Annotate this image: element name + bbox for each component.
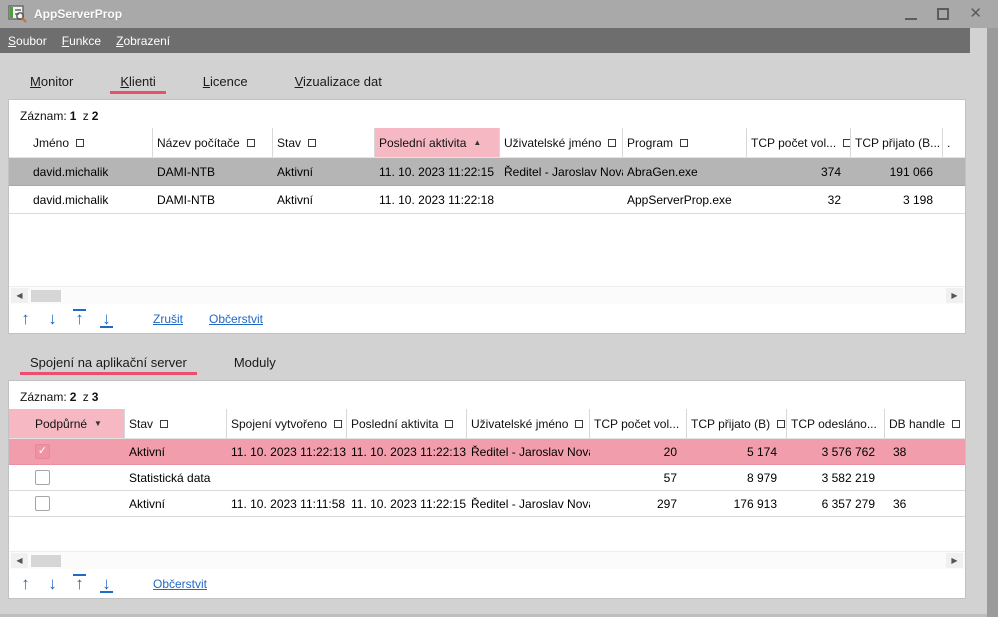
connections-toolbar: ↑ ↓ ↑ ↓ Občerstvit: [9, 569, 965, 598]
main-tab-bar: Monitor Klienti Licence Vizualizace dat: [0, 53, 998, 99]
clients-horizontal-scrollbar[interactable]: ◀ ▶: [9, 286, 965, 304]
column-header-tcp-pocet[interactable]: TCP počet vol...: [590, 409, 687, 438]
close-icon[interactable]: ✕: [969, 7, 982, 21]
sort-asc-icon: ▲: [473, 139, 481, 147]
support-checkbox[interactable]: ✓: [35, 444, 50, 459]
minimize-icon[interactable]: [905, 9, 917, 20]
cancel-link[interactable]: Zrušit: [153, 312, 183, 326]
column-header-uzivatelske-jmeno[interactable]: Uživatelské jméno: [467, 409, 590, 438]
app-window: AppServerProp ✕ Soubor Funkce Zobrazení …: [0, 0, 998, 617]
sub-tab-bar: Spojení na aplikační server Moduly: [0, 334, 998, 380]
refresh-link[interactable]: Občerstvit: [209, 312, 263, 326]
table-row[interactable]: ✓ Aktivní 11. 10. 2023 11:22:13 11. 10. …: [9, 439, 965, 465]
menu-funkce[interactable]: Funkce: [62, 34, 101, 48]
connections-horizontal-scrollbar[interactable]: ◀ ▶: [9, 551, 965, 569]
column-header-jmeno[interactable]: Jméno: [9, 128, 153, 157]
table-row[interactable]: david.michalik DAMI-NTB Aktivní 11. 10. …: [9, 158, 965, 186]
column-filter-icon: [952, 420, 960, 428]
column-filter-icon: [76, 139, 84, 147]
record-counter: Záznam:2 z3: [9, 381, 965, 409]
connections-panel: Záznam:2 z3 Podpůrné▼ Stav Spojení vytvo…: [8, 380, 966, 599]
title-bar: AppServerProp ✕: [0, 0, 998, 28]
sort-desc-icon: ▼: [94, 420, 102, 428]
column-header-tcp-prijato[interactable]: TCP přijato (B...: [851, 128, 943, 157]
move-to-top-icon[interactable]: ↑: [69, 309, 90, 329]
column-header-posledni-aktivita[interactable]: Poslední aktivita: [347, 409, 467, 438]
scrollbar-thumb[interactable]: [31, 290, 61, 302]
tab-klienti[interactable]: Klienti: [110, 74, 165, 99]
column-header-uzivatelske-jmeno[interactable]: Uživatelské jméno: [500, 128, 623, 157]
column-filter-icon: [308, 139, 316, 147]
column-header-nazev-pocitace[interactable]: Název počítače: [153, 128, 273, 157]
column-header-tcp-prijato[interactable]: TCP přijato (B): [687, 409, 787, 438]
maximize-icon[interactable]: [937, 8, 949, 20]
clients-table-header: Jméno Název počítače Stav Poslední aktiv…: [9, 128, 965, 158]
column-header-spojeni-vytvoreno[interactable]: Spojení vytvořeno: [227, 409, 347, 438]
scroll-left-icon[interactable]: ◀: [11, 553, 28, 568]
column-filter-icon: [843, 139, 851, 147]
column-header-stav[interactable]: Stav: [273, 128, 375, 157]
column-filter-icon: [334, 420, 342, 428]
column-filter-icon: [777, 420, 785, 428]
column-header-posledni-aktivita[interactable]: Poslední aktivita▲: [375, 128, 500, 157]
tab-spojeni-na-aplikacni-server[interactable]: Spojení na aplikační server: [20, 355, 197, 380]
column-filter-icon: [575, 420, 583, 428]
move-up-icon[interactable]: ↑: [15, 309, 36, 329]
clients-panel: Záznam:1 z2 Jméno Název počítače Stav Po…: [8, 99, 966, 334]
move-up-icon[interactable]: ↑: [15, 574, 36, 594]
column-filter-icon: [608, 139, 616, 147]
column-filter-icon: [160, 420, 168, 428]
check-icon: ✓: [38, 446, 47, 457]
column-header-tcp-pocet[interactable]: TCP počet vol...: [747, 128, 851, 157]
column-header-db-handle[interactable]: DB handle: [885, 409, 965, 438]
move-to-bottom-icon[interactable]: ↓: [96, 574, 117, 594]
menu-zobrazeni[interactable]: Zobrazení: [116, 34, 170, 48]
support-checkbox[interactable]: ✓: [35, 470, 50, 485]
scrollbar-thumb[interactable]: [31, 555, 61, 567]
table-row[interactable]: ✓ Statistická data 57 8 979 3 582 219: [9, 465, 965, 491]
scroll-right-icon[interactable]: ▶: [946, 553, 963, 568]
menu-bar: Soubor Funkce Zobrazení: [0, 28, 970, 53]
app-icon: [8, 5, 27, 23]
clients-toolbar: ↑ ↓ ↑ ↓ Zrušit Občerstvit: [9, 304, 965, 333]
window-controls: ✕: [905, 7, 988, 21]
tab-monitor[interactable]: Monitor: [20, 74, 83, 99]
column-header-more[interactable]: .: [943, 128, 965, 157]
menu-soubor[interactable]: Soubor: [8, 34, 47, 48]
table-empty-area: [9, 517, 965, 551]
column-header-stav[interactable]: Stav: [125, 409, 227, 438]
move-to-top-icon[interactable]: ↑: [69, 574, 90, 594]
column-filter-icon: [247, 139, 255, 147]
column-filter-icon: [680, 139, 688, 147]
table-row[interactable]: david.michalik DAMI-NTB Aktivní 11. 10. …: [9, 186, 965, 214]
column-filter-icon: [445, 420, 453, 428]
scroll-left-icon[interactable]: ◀: [11, 288, 28, 303]
connections-table-header: Podpůrné▼ Stav Spojení vytvořeno Posledn…: [9, 409, 965, 439]
window-title: AppServerProp: [34, 7, 122, 21]
support-checkbox[interactable]: ✓: [35, 496, 50, 511]
window-right-edge: [987, 28, 998, 617]
move-to-bottom-icon[interactable]: ↓: [96, 309, 117, 329]
column-header-podpurne[interactable]: Podpůrné▼: [9, 409, 125, 438]
tab-vizualizace-dat[interactable]: Vizualizace dat: [285, 74, 392, 99]
scroll-right-icon[interactable]: ▶: [946, 288, 963, 303]
move-down-icon[interactable]: ↓: [42, 574, 63, 594]
tab-moduly[interactable]: Moduly: [224, 355, 286, 380]
tab-licence[interactable]: Licence: [193, 74, 258, 99]
refresh-link[interactable]: Občerstvit: [153, 577, 207, 591]
column-header-program[interactable]: Program: [623, 128, 747, 157]
record-counter: Záznam:1 z2: [9, 100, 965, 128]
table-row[interactable]: ✓ Aktivní 11. 10. 2023 11:11:58 11. 10. …: [9, 491, 965, 517]
move-down-icon[interactable]: ↓: [42, 309, 63, 329]
table-empty-area: [9, 214, 965, 286]
column-header-tcp-odeslano[interactable]: TCP odesláno...: [787, 409, 885, 438]
